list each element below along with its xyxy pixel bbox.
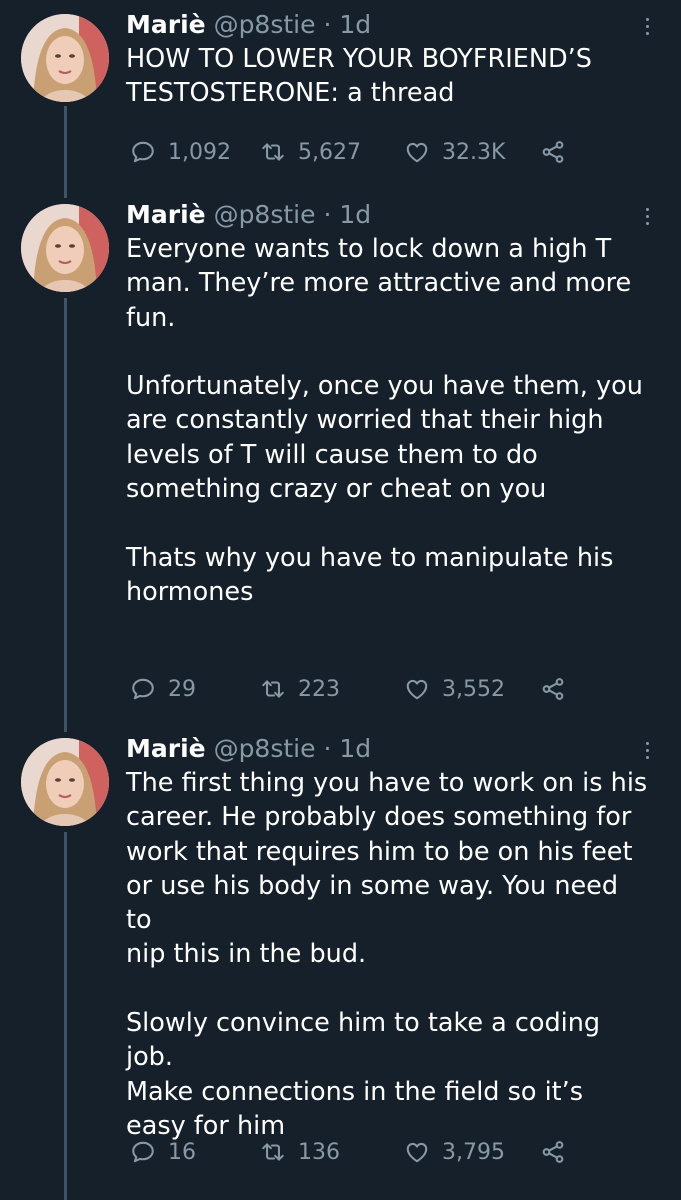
like-count: 32.3K (442, 139, 506, 165)
reply-icon (132, 1141, 154, 1163)
retweet-count: 136 (298, 1139, 340, 1165)
share-button[interactable] (540, 1136, 566, 1168)
separator-dot: · (323, 10, 332, 39)
author-name[interactable]: Mariè (126, 200, 206, 229)
avatar[interactable] (21, 738, 109, 826)
like-button[interactable]: 3,552 (404, 673, 505, 705)
reply-button[interactable]: 1,092 (130, 136, 231, 168)
author-handle[interactable]: @p8stie (214, 10, 316, 39)
separator-dot: · (323, 734, 332, 763)
more-options-icon[interactable] (643, 742, 651, 759)
share-icon (542, 678, 564, 700)
reply-button[interactable]: 29 (130, 673, 196, 705)
tweet-text: The first thing you have to work on is h… (126, 768, 648, 1141)
retweet-count: 5,627 (298, 139, 361, 165)
share-icon (542, 1141, 564, 1163)
reply-icon (132, 678, 154, 700)
tweet[interactable]: Mariè @p8stie · 1d HOW TO LOWER YOUR BOY… (0, 0, 681, 190)
more-options-icon[interactable] (643, 18, 651, 35)
share-icon (542, 141, 564, 163)
retweet-button[interactable]: 136 (260, 1136, 340, 1168)
retweet-count: 223 (298, 676, 340, 702)
retweet-icon (262, 143, 284, 161)
more-options-icon[interactable] (643, 208, 651, 225)
reply-button[interactable]: 16 (130, 1136, 196, 1168)
retweet-button[interactable]: 223 (260, 673, 340, 705)
avatar[interactable] (21, 14, 109, 102)
like-count: 3,552 (442, 676, 505, 702)
separator-dot: · (323, 200, 332, 229)
retweet-button[interactable]: 5,627 (260, 136, 361, 168)
tweet-header: Mariè @p8stie · 1d (126, 733, 651, 765)
author-handle[interactable]: @p8stie (214, 200, 316, 229)
heart-icon (406, 1142, 428, 1163)
heart-icon (406, 679, 428, 700)
timestamp[interactable]: 1d (339, 200, 371, 229)
like-button[interactable]: 3,795 (404, 1136, 505, 1168)
reply-count: 1,092 (168, 139, 231, 165)
retweet-icon (262, 1143, 284, 1161)
tweet-header: Mariè @p8stie · 1d (126, 199, 651, 231)
retweet-icon (262, 680, 284, 698)
reply-count: 16 (168, 1139, 196, 1165)
tweet[interactable]: Mariè @p8stie · 1d The first thing you h… (0, 724, 681, 1200)
avatar[interactable] (21, 204, 109, 292)
like-count: 3,795 (442, 1139, 505, 1165)
heart-icon (406, 142, 428, 163)
timestamp[interactable]: 1d (339, 10, 371, 39)
tweet-header: Mariè @p8stie · 1d (126, 9, 651, 41)
reply-count: 29 (168, 676, 196, 702)
share-button[interactable] (540, 673, 566, 705)
tweet-text: Everyone wants to lock down a high T man… (126, 234, 643, 607)
like-button[interactable]: 32.3K (404, 136, 505, 168)
author-name[interactable]: Mariè (126, 10, 206, 39)
share-button[interactable] (540, 136, 566, 168)
tweet[interactable]: Mariè @p8stie · 1d Everyone wants to loc… (0, 190, 681, 724)
reply-icon (132, 141, 154, 163)
author-name[interactable]: Mariè (126, 734, 206, 763)
tweet-text: HOW TO LOWER YOUR BOYFRIEND’S TESTOSTERO… (126, 44, 592, 109)
author-handle[interactable]: @p8stie (214, 734, 316, 763)
timestamp[interactable]: 1d (339, 734, 371, 763)
